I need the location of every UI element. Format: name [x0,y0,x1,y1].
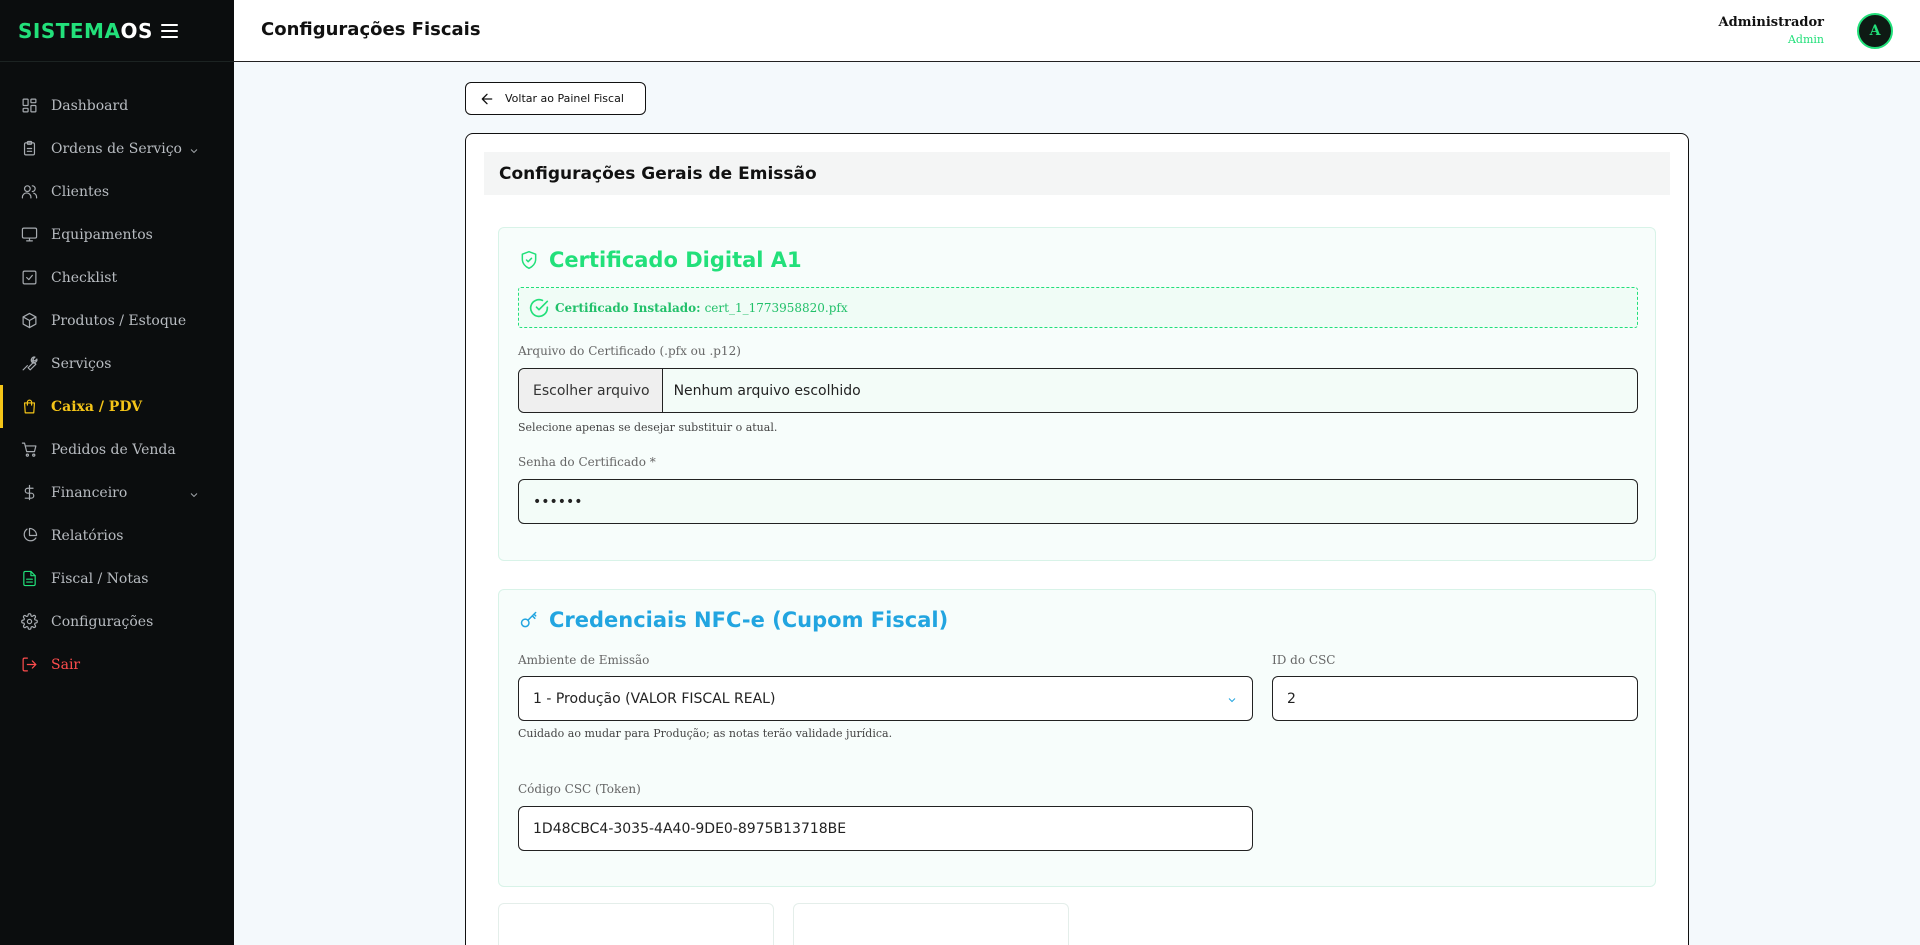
dollar-icon [21,484,38,501]
logout-icon [21,656,38,673]
sidebar: SISTEMAOS Dashboard Ordens de Serviço Cl… [0,0,234,945]
sidebar-item-configuracoes[interactable]: Configurações [0,600,234,643]
sidebar-nav: Dashboard Ordens de Serviço Clientes Equ… [0,62,234,686]
user-info: Administrador Admin [1719,15,1824,46]
certificate-file-label: Arquivo do Certificado (.pfx ou .p12) [518,344,741,358]
sidebar-item-clientes[interactable]: Clientes [0,170,234,213]
environment-label: Ambiente de Emissão [518,653,650,667]
certificate-section-title: Certificado Digital A1 [549,248,802,272]
nfce-section-title: Credenciais NFC-e (Cupom Fiscal) [549,608,949,632]
sidebar-item-checklist[interactable]: Checklist [0,256,234,299]
back-to-fiscal-panel-button[interactable]: Voltar ao Painel Fiscal [465,82,646,115]
check-circle-icon [529,298,549,317]
certificate-file-hint: Selecione apenas se desejar substituir o… [518,421,778,434]
sidebar-item-label: Configurações [51,613,154,630]
card-header: Configurações Gerais de Emissão [484,152,1670,195]
certificate-password-label: Senha do Certificado * [518,455,656,469]
sidebar-item-label: Serviços [51,355,112,372]
clipboard-icon [21,140,38,157]
user-role: Admin [1787,33,1824,46]
users-icon [21,183,38,200]
certificate-status-label: Certificado Instalado: [555,300,701,315]
sidebar-item-label: Relatórios [51,527,124,544]
dashboard-icon [21,97,38,114]
sidebar-item-servicos[interactable]: Serviços [0,342,234,385]
certificate-file-input[interactable]: Escolher arquivo Nenhum arquivo escolhid… [518,368,1638,413]
sidebar-item-label: Equipamentos [51,226,153,243]
cart-icon [21,441,38,458]
pie-chart-icon [21,527,38,544]
choose-file-button[interactable]: Escolher arquivo [519,369,663,412]
csc-id-label: ID do CSC [1272,653,1336,667]
sidebar-item-caixa-pdv[interactable]: Caixa / PDV [0,385,234,428]
certificate-section: Certificado Digital A1 Certificado Insta… [498,227,1656,561]
key-icon [520,611,537,628]
top-header: Configurações Fiscais Administrador Admi… [234,0,1920,62]
sidebar-item-label: Fiscal / Notas [51,570,149,587]
csc-token-label: Código CSC (Token) [518,782,641,796]
card-title: Configurações Gerais de Emissão [499,163,817,184]
sidebar-item-financeiro[interactable]: Financeiro [0,471,234,514]
sidebar-item-label: Pedidos de Venda [51,441,176,458]
box-icon [21,312,38,329]
settings-section-partial [793,903,1069,945]
certificate-status-file: cert_1_1773958820.pfx [704,300,848,315]
sidebar-item-label: Dashboard [51,97,129,114]
sidebar-item-label: Ordens de Serviço [51,140,182,157]
sidebar-item-equipamentos[interactable]: Equipamentos [0,213,234,256]
sidebar-item-label: Produtos / Estoque [51,312,187,329]
sidebar-item-label: Clientes [51,183,110,200]
sidebar-item-ordens-de-servico[interactable]: Ordens de Serviço [0,127,234,170]
environment-select[interactable]: 1 - Produção (VALOR FISCAL REAL) [518,676,1253,721]
shield-check-icon [521,250,537,270]
settings-section-partial [498,903,774,945]
sidebar-item-relatorios[interactable]: Relatórios [0,514,234,557]
sidebar-item-label: Checklist [51,269,118,286]
csc-id-field[interactable]: 2 [1272,676,1638,721]
nfce-credentials-section: Credenciais NFC-e (Cupom Fiscal) Ambient… [498,589,1656,887]
page-title: Configurações Fiscais [261,19,481,40]
sidebar-item-dashboard[interactable]: Dashboard [0,84,234,127]
document-icon [21,570,38,587]
settings-card: Configurações Gerais de Emissão Certific… [465,133,1689,945]
chevron-down-icon [188,142,200,154]
avatar[interactable]: A [1857,13,1893,49]
chevron-down-icon [188,486,200,498]
certificate-password-field[interactable]: •••••• [518,479,1638,524]
sidebar-item-label: Caixa / PDV [51,398,143,415]
environment-hint: Cuidado ao mudar para Produção; as notas… [518,727,893,740]
wrench-icon [21,355,38,372]
arrow-left-icon [481,93,493,104]
sidebar-item-pedidos-de-venda[interactable]: Pedidos de Venda [0,428,234,471]
chosen-file-text: Nenhum arquivo escolhido [673,382,861,399]
sidebar-item-sair[interactable]: Sair [0,643,234,686]
sidebar-item-produtos-estoque[interactable]: Produtos / Estoque [0,299,234,342]
monitor-icon [21,226,38,243]
csc-token-field[interactable]: 1D48CBC4-3035-4A40-9DE0-8975B13718BE [518,806,1253,851]
gear-icon [21,613,38,630]
shopping-bag-icon [21,398,38,415]
sidebar-item-label: Financeiro [51,484,128,501]
user-name: Administrador [1718,15,1824,30]
sidebar-item-fiscal-notas[interactable]: Fiscal / Notas [0,557,234,600]
checkbox-icon [21,269,38,286]
hamburger-menu-icon[interactable] [160,23,178,38]
brand-logo: SISTEMAOS [0,0,234,62]
chevron-down-icon [1226,694,1238,706]
certificate-status-banner: Certificado Instalado: cert_1_1773958820… [518,287,1638,328]
sidebar-item-label: Sair [51,656,81,673]
